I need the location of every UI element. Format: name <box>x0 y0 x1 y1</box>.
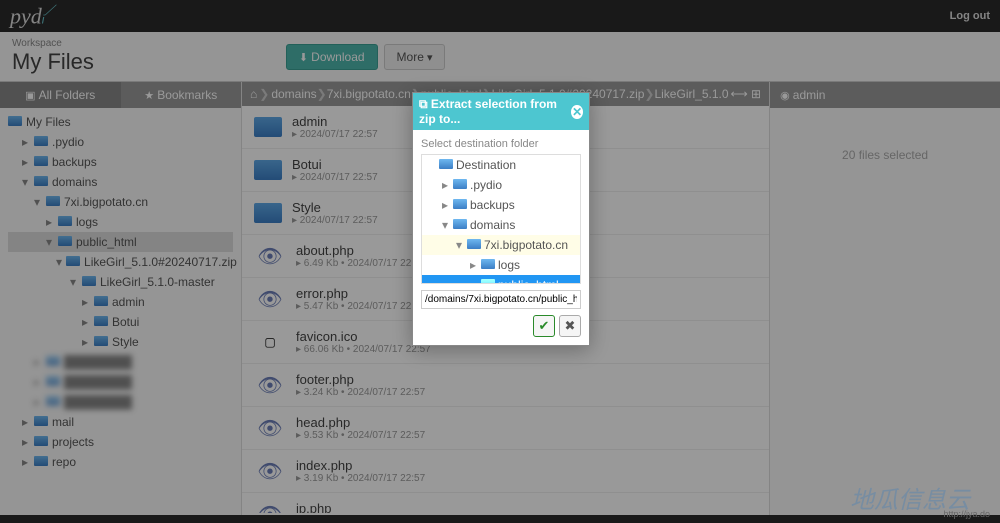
folder-icon <box>467 239 481 252</box>
folder-icon <box>481 279 495 285</box>
close-button[interactable]: ✕ <box>571 105 583 119</box>
watermark-url: http://jya.do <box>943 509 990 519</box>
folder-icon <box>453 219 467 232</box>
dest-tree-item[interactable]: ▾ domains <box>422 215 580 235</box>
folder-icon <box>481 259 495 272</box>
folder-icon <box>453 199 467 212</box>
dest-tree-item[interactable]: ▸ public_html <box>422 275 580 284</box>
cancel-button[interactable]: ✖ <box>559 315 581 337</box>
modal-subtitle: Select destination folder <box>421 138 581 150</box>
confirm-button[interactable]: ✔ <box>533 315 555 337</box>
path-input[interactable] <box>421 290 581 309</box>
folder-icon <box>439 159 453 172</box>
dest-tree-item[interactable]: ▸ .pydio <box>422 175 580 195</box>
folder-icon <box>453 179 467 192</box>
extract-modal: ⧉ Extract selection from zip to... ✕ Sel… <box>412 92 590 346</box>
destination-tree[interactable]: Destination▸ .pydio▸ backups▾ domains▾ 7… <box>421 154 581 284</box>
dest-tree-item[interactable]: Destination <box>422 155 580 175</box>
dest-tree-item[interactable]: ▾ 7xi.bigpotato.cn <box>422 235 580 255</box>
dest-tree-item[interactable]: ▸ logs <box>422 255 580 275</box>
modal-title: ⧉ Extract selection from zip to... <box>419 97 571 126</box>
dest-tree-item[interactable]: ▸ backups <box>422 195 580 215</box>
